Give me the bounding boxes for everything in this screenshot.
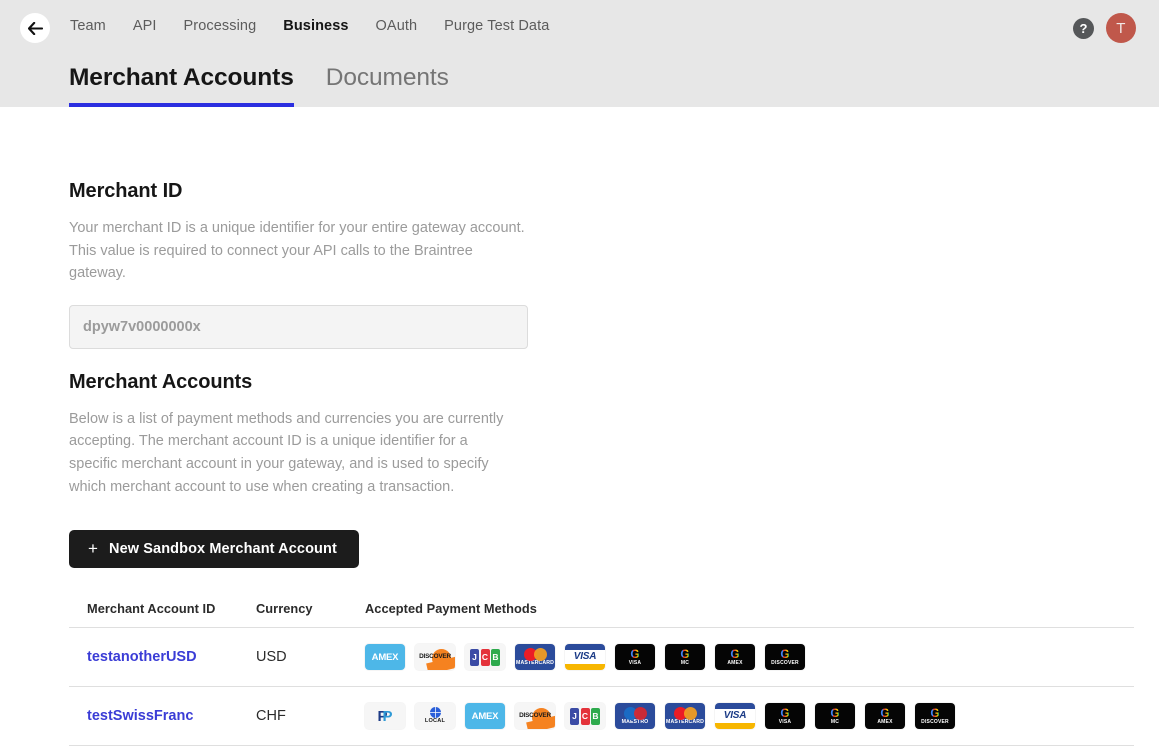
- merchant-accounts-title: Merchant Accounts: [69, 349, 1159, 394]
- table-row: testanotherUSD USDAMEX DISCOVER JCB MASTERCA…: [69, 628, 1134, 687]
- nav-item-oauth[interactable]: OAuth: [362, 18, 431, 34]
- mastercard-icon: MASTERCARD: [515, 644, 555, 670]
- payment-method-list: PP LOCAL AMEX DISCOVER JCB MAESTRO MASTERCARD V…: [365, 703, 1134, 729]
- page-tabs: Merchant Accounts Documents: [69, 64, 481, 107]
- local-payment-icon: LOCAL: [415, 703, 455, 729]
- plus-icon: +: [88, 540, 98, 557]
- mastercard-icon: MASTERCARD: [665, 703, 705, 729]
- merchant-id-title: Merchant ID: [69, 107, 1159, 203]
- cell-merchant-account-id: testSwissFranc: [69, 707, 256, 725]
- table-body: testanotherUSDUSDAMEXDISCOVERJCBMASTERCA…: [69, 628, 1134, 746]
- jcb-icon: JCB: [465, 644, 505, 670]
- merchant-accounts-description: Below is a list of payment methods and c…: [69, 408, 519, 498]
- merchant-account-link[interactable]: testSwissFranc: [87, 708, 193, 724]
- amex-icon: AMEX: [465, 703, 505, 729]
- table-row: testSwissFranc CHFPP LOCAL AMEX DISCOVER JCB M…: [69, 687, 1134, 746]
- cell-currency: CHF: [256, 708, 365, 724]
- tab-merchant-accounts[interactable]: Merchant Accounts: [69, 64, 294, 107]
- merchant-accounts-table: Merchant Account ID Currency Accepted Pa…: [69, 601, 1134, 746]
- amex-icon: AMEX: [365, 644, 405, 670]
- new-sandbox-merchant-account-button[interactable]: + New Sandbox Merchant Account: [69, 530, 359, 568]
- main-content: Merchant ID Your merchant ID is a unique…: [0, 107, 1159, 746]
- merchant-id-description: Your merchant ID is a unique identifier …: [69, 217, 529, 285]
- visa-icon: VISA: [715, 703, 755, 729]
- nav-item-team[interactable]: Team: [70, 18, 119, 34]
- tab-documents[interactable]: Documents: [326, 64, 449, 107]
- maestro-icon: MAESTRO: [615, 703, 655, 729]
- column-header-currency: Currency: [256, 601, 365, 616]
- google-pay-visa-icon: GVISA: [765, 703, 805, 729]
- google-pay-discover-icon: GDISCOVER: [765, 644, 805, 670]
- google-pay-amex-icon: GAMEX: [715, 644, 755, 670]
- google-pay-discover-icon: GDISCOVER: [915, 703, 955, 729]
- jcb-icon: JCB: [565, 703, 605, 729]
- paypal-icon: PP: [365, 703, 405, 729]
- google-pay-visa-icon: GVISA: [615, 644, 655, 670]
- nav-item-business[interactable]: Business: [270, 18, 362, 34]
- help-icon[interactable]: ?: [1073, 18, 1094, 39]
- visa-icon: VISA: [565, 644, 605, 670]
- nav-item-api[interactable]: API: [119, 18, 170, 34]
- cell-accepted-payment-methods: PP LOCAL AMEX DISCOVER JCB MAESTRO MASTERCARD V…: [365, 703, 1134, 729]
- app-header: TeamAPIProcessingBusinessOAuthPurge Test…: [0, 0, 1159, 107]
- merchant-account-link[interactable]: testanotherUSD: [87, 649, 197, 665]
- back-button[interactable]: [20, 13, 50, 43]
- discover-icon: DISCOVER: [415, 644, 455, 670]
- discover-icon: DISCOVER: [515, 703, 555, 729]
- avatar[interactable]: T: [1106, 13, 1136, 43]
- primary-nav: TeamAPIProcessingBusinessOAuthPurge Test…: [70, 18, 563, 34]
- header-actions: ? T: [1073, 13, 1136, 43]
- column-header-merchant-account-id: Merchant Account ID: [69, 601, 256, 616]
- google-pay-amex-icon: GAMEX: [865, 703, 905, 729]
- merchant-id-input[interactable]: [69, 305, 528, 349]
- column-header-accepted-payment-methods: Accepted Payment Methods: [365, 601, 1134, 616]
- cell-accepted-payment-methods: AMEX DISCOVER JCB MASTERCARD VISA GVISA GMC GAM…: [365, 644, 1134, 670]
- table-header-row: Merchant Account ID Currency Accepted Pa…: [69, 601, 1134, 628]
- nav-item-purge-test-data[interactable]: Purge Test Data: [431, 18, 563, 34]
- payment-method-list: AMEX DISCOVER JCB MASTERCARD VISA GVISA GMC GAM…: [365, 644, 1134, 670]
- arrow-left-icon: [28, 22, 43, 35]
- new-sandbox-merchant-account-label: New Sandbox Merchant Account: [109, 541, 337, 557]
- cell-merchant-account-id: testanotherUSD: [69, 648, 256, 666]
- google-pay-mc-icon: GMC: [665, 644, 705, 670]
- google-pay-mc-icon: GMC: [815, 703, 855, 729]
- cell-currency: USD: [256, 649, 365, 665]
- nav-item-processing[interactable]: Processing: [170, 18, 270, 34]
